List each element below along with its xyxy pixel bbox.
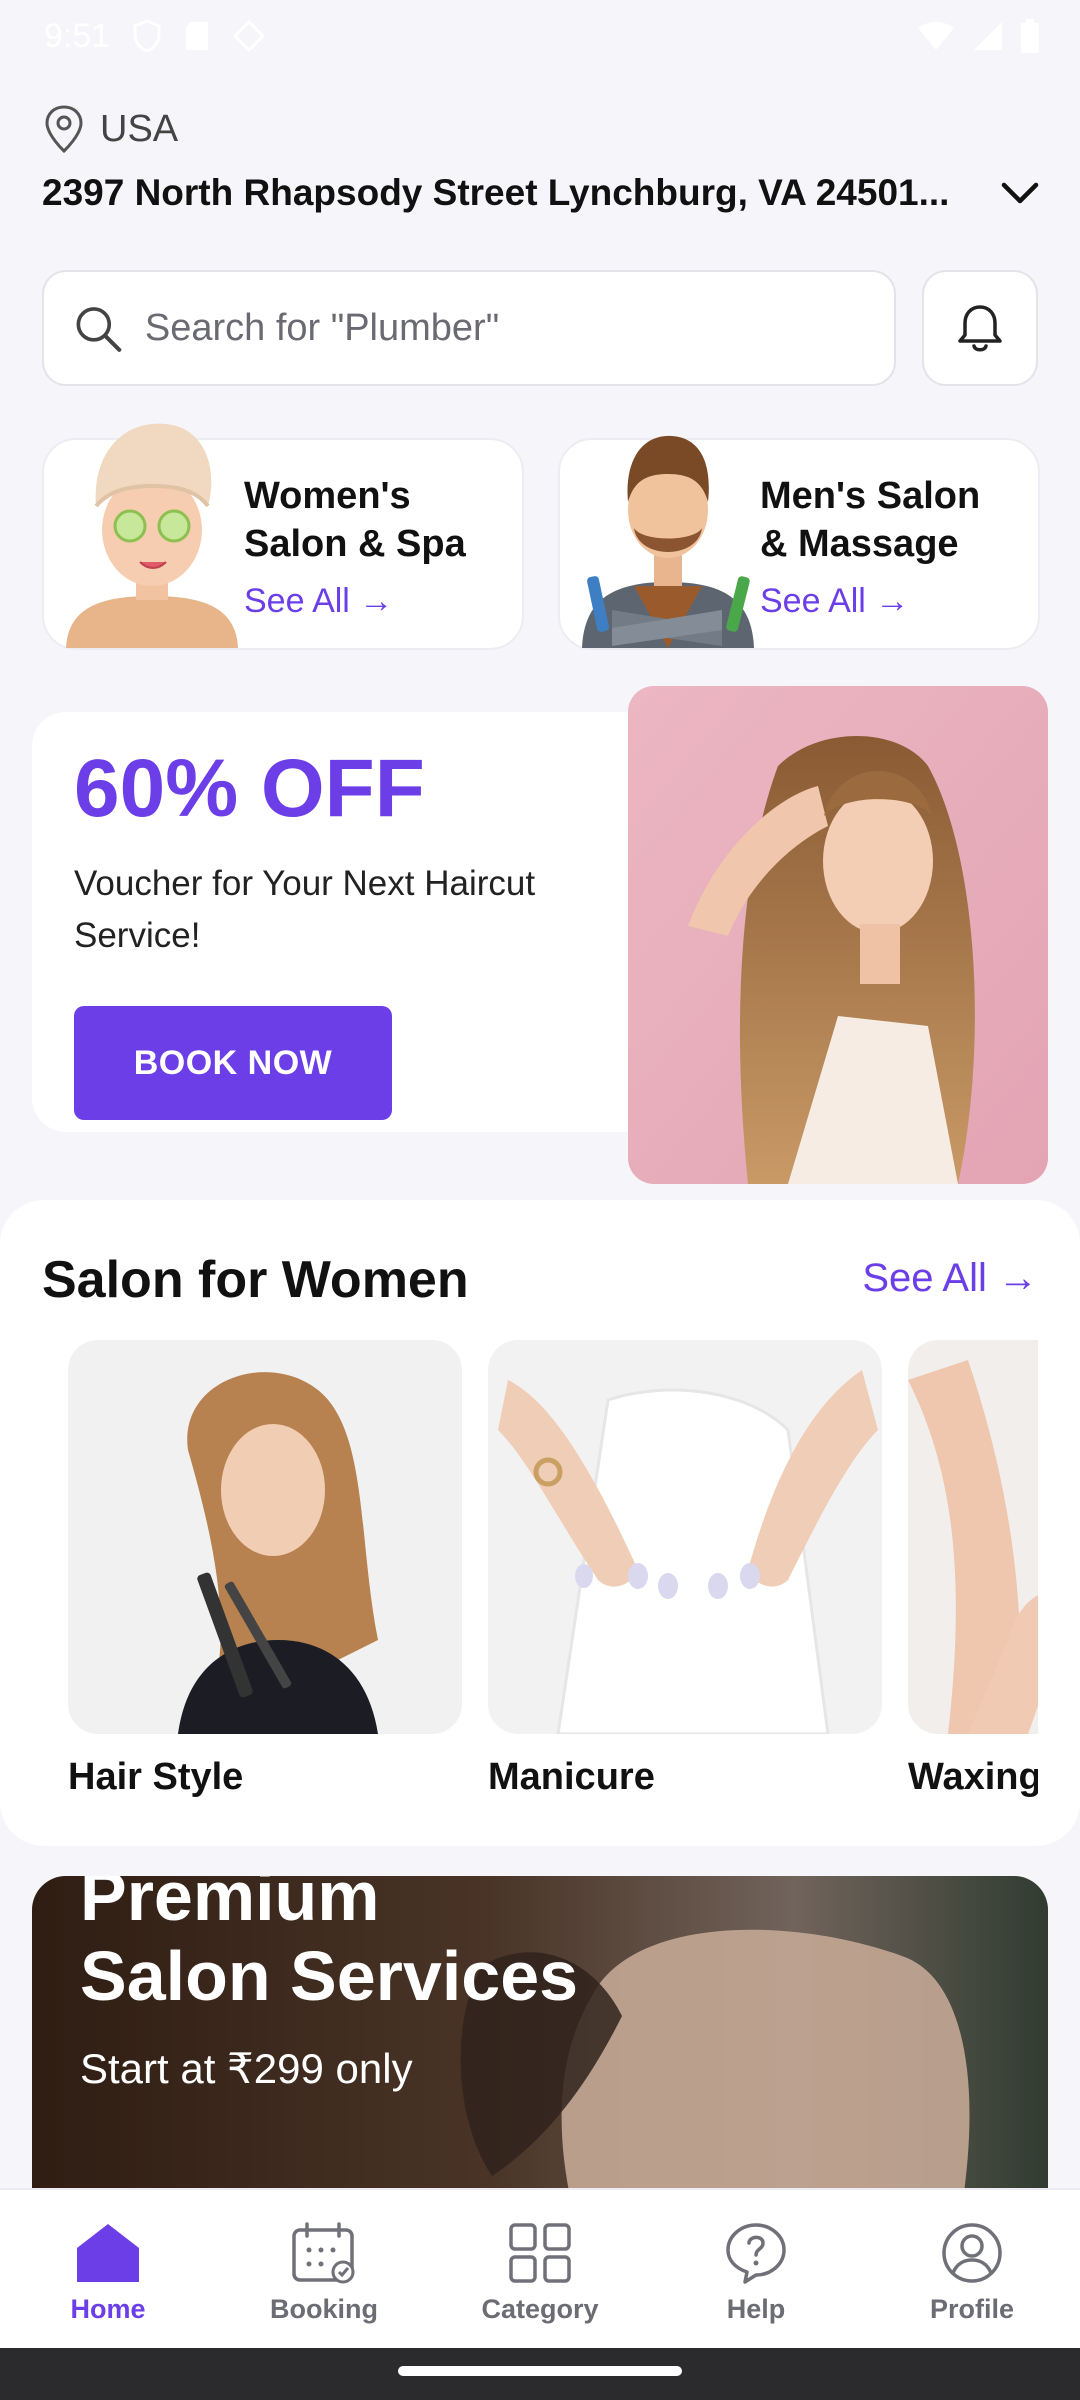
wifi-icon	[918, 22, 954, 50]
mens-card-title-2: & Massage	[760, 523, 959, 565]
womens-card-title-1: Women's	[244, 475, 411, 517]
premium-services-banner[interactable]: Premium Salon Services Start at ₹299 onl…	[32, 1876, 1048, 2206]
hair-style-photo	[68, 1340, 462, 1734]
nav-booking-label: Booking	[270, 2294, 378, 2324]
service-card-hair-style[interactable]: Hair Style	[68, 1340, 462, 1799]
notifications-button[interactable]	[922, 270, 1038, 386]
shield-icon	[133, 19, 161, 53]
sd-card-icon	[186, 22, 209, 50]
location-pin-icon	[45, 105, 83, 154]
status-time: 9:51	[44, 16, 111, 55]
nav-profile-label: Profile	[929, 2294, 1015, 2324]
profile-icon	[942, 2223, 1002, 2283]
location-country: USA	[100, 107, 179, 150]
chevron-down-icon[interactable]	[1000, 180, 1040, 206]
nav-category-label: Category	[481, 2294, 599, 2324]
mens-see-all-link[interactable]: See All →	[760, 582, 909, 621]
service-card-manicure[interactable]: Manicure	[488, 1340, 882, 1799]
book-now-button[interactable]: BOOK NOW	[74, 1006, 392, 1120]
banner-title-line2: Salon Services	[80, 1937, 579, 2015]
grid-icon	[509, 2223, 571, 2283]
mens-card-title-1: Men's Salon	[760, 475, 981, 517]
calendar-icon	[292, 2222, 355, 2284]
service-label: Hair Style	[68, 1756, 244, 1798]
home-icon	[77, 2224, 139, 2282]
salon-for-women-section: Salon for Women See All → Hair Style Man…	[0, 1200, 1080, 1846]
bell-icon	[958, 305, 1002, 352]
nav-help-label: Help	[726, 2294, 786, 2324]
nav-booking[interactable]: Booking	[216, 2190, 432, 2348]
battery-icon	[1021, 19, 1039, 53]
mens-salon-card[interactable]: Men's Salon & Massage See All →	[558, 435, 1040, 650]
nav-category[interactable]: Category	[432, 2190, 648, 2348]
nav-home[interactable]: Home	[0, 2190, 216, 2348]
promo-model-photo	[628, 686, 1048, 1184]
nav-profile[interactable]: Profile	[864, 2190, 1080, 2348]
waxing-photo	[908, 1340, 1038, 1734]
nav-home-label: Home	[70, 2294, 146, 2324]
banner-subtitle: Start at ₹299 only	[80, 2045, 413, 2092]
womens-see-all-link[interactable]: See All →	[244, 582, 393, 621]
location-selector[interactable]: USA 2397 North Rhapsody Street Lynchburg…	[42, 104, 1040, 214]
bottom-navigation: Home Booking Category Help Profile	[0, 2188, 1080, 2348]
section-title: Salon for Women	[42, 1251, 469, 1309]
diamond-icon	[233, 19, 266, 53]
location-address: 2397 North Rhapsody Street Lynchburg, VA…	[42, 172, 950, 213]
womens-salon-card[interactable]: Women's Salon & Spa See All →	[42, 423, 524, 650]
status-bar: 9:51	[0, 0, 1080, 72]
barber-illustration	[582, 435, 754, 648]
section-see-all-link[interactable]: See All →	[862, 1256, 1038, 1301]
service-label: Waxing	[908, 1756, 1038, 1798]
help-icon	[726, 2223, 786, 2284]
search-input[interactable]	[144, 306, 866, 350]
manicure-photo	[488, 1340, 882, 1734]
home-gesture-handle[interactable]	[398, 2366, 682, 2376]
banner-title-line1: Premium	[80, 1876, 380, 1935]
service-label: Manicure	[488, 1756, 655, 1798]
nav-help[interactable]: Help	[648, 2190, 864, 2348]
cell-signal-icon	[974, 22, 1002, 50]
search-bar[interactable]	[42, 270, 896, 386]
womens-card-title-2: Salon & Spa	[244, 523, 466, 565]
search-icon	[76, 307, 122, 352]
promo-headline: 60% OFF	[74, 743, 425, 834]
promo-subtitle: Voucher for Your Next Haircut Service!	[74, 864, 536, 955]
woman-spa-illustration	[66, 423, 238, 648]
system-navigation-bar	[0, 2348, 1080, 2400]
service-card-waxing[interactable]: Waxing	[908, 1340, 1038, 1810]
